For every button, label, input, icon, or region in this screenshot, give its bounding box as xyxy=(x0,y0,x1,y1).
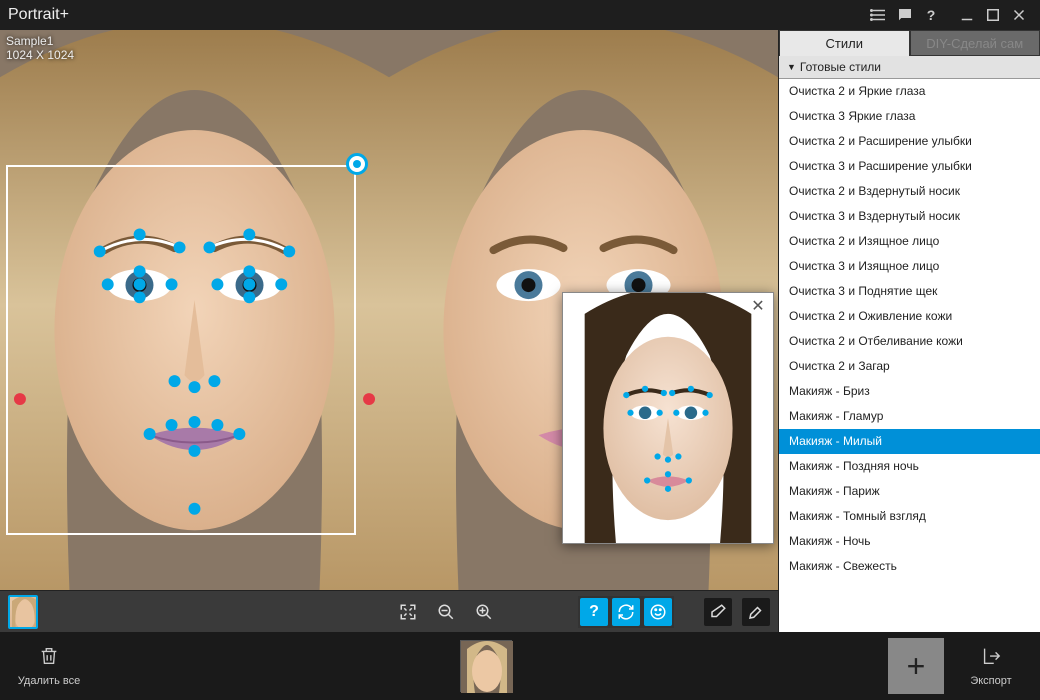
style-item[interactable]: Очистка 2 и Яркие глаза xyxy=(779,79,1040,104)
style-item[interactable]: Очистка 2 и Вздернутый носик xyxy=(779,179,1040,204)
export-icon xyxy=(980,645,1002,673)
maximize-icon[interactable] xyxy=(980,2,1006,28)
delete-all-label: Удалить все xyxy=(18,675,80,687)
main-row: Sample1 1024 X 1024 xyxy=(0,30,1040,632)
style-item[interactable]: Очистка 3 и Вздернутый носик xyxy=(779,204,1040,229)
before-pane[interactable] xyxy=(0,30,389,590)
titlebar: Portrait+ ? xyxy=(0,0,1040,30)
list-icon[interactable] xyxy=(866,2,892,28)
crop-handle[interactable] xyxy=(346,153,368,175)
filmstrip xyxy=(84,640,888,692)
brush-button[interactable] xyxy=(742,598,770,626)
fit-screen-button[interactable] xyxy=(394,598,422,626)
tab-diy[interactable]: DIY-Сделай сам xyxy=(910,30,1040,56)
delete-all-button[interactable]: Удалить все xyxy=(14,636,84,696)
tab-styles[interactable]: Стили xyxy=(779,30,910,56)
smile-button[interactable] xyxy=(644,598,672,626)
preview-face xyxy=(563,293,773,543)
style-item[interactable]: Макияж - Томный взгляд xyxy=(779,504,1040,529)
style-item[interactable]: Макияж - Свежесть xyxy=(779,554,1040,579)
footer: Удалить все + Экспорт xyxy=(0,632,1040,700)
style-item[interactable]: Очистка 2 и Оживление кожи xyxy=(779,304,1040,329)
canvas-area[interactable]: Sample1 1024 X 1024 xyxy=(0,30,778,590)
face-thumbnail[interactable] xyxy=(8,595,38,629)
face-tools-group: ? xyxy=(578,596,674,628)
eraser-button[interactable] xyxy=(704,598,732,626)
filmstrip-thumbnail[interactable] xyxy=(460,640,512,692)
style-item[interactable]: Очистка 2 и Расширение улыбки xyxy=(779,129,1040,154)
image-info: Sample1 1024 X 1024 xyxy=(6,34,74,62)
plus-icon: + xyxy=(907,648,926,685)
style-item[interactable]: Макияж - Гламур xyxy=(779,404,1040,429)
panel-header[interactable]: Готовые стили xyxy=(779,56,1040,79)
trash-icon xyxy=(38,645,60,673)
canvas-column: Sample1 1024 X 1024 xyxy=(0,30,778,632)
zoom-out-button[interactable] xyxy=(432,598,460,626)
add-button[interactable]: + xyxy=(888,638,944,694)
style-item[interactable]: Очистка 3 и Поднятие щек xyxy=(779,279,1040,304)
style-item[interactable]: Очистка 3 и Изящное лицо xyxy=(779,254,1040,279)
face-crop-rect[interactable] xyxy=(6,165,356,535)
style-item[interactable]: Очистка 2 и Загар xyxy=(779,354,1040,379)
style-item[interactable]: Макияж - Париж xyxy=(779,479,1040,504)
image-name: Sample1 xyxy=(6,34,74,48)
style-item[interactable]: Очистка 3 Яркие глаза xyxy=(779,104,1040,129)
help-icon[interactable]: ? xyxy=(918,2,944,28)
style-item[interactable]: Очистка 2 и Изящное лицо xyxy=(779,229,1040,254)
chat-icon[interactable] xyxy=(892,2,918,28)
canvas-toolbar: ? xyxy=(0,590,778,632)
style-item[interactable]: Макияж - Ночь xyxy=(779,529,1040,554)
style-list[interactable]: Очистка 2 и Яркие глазаОчистка 3 Яркие г… xyxy=(779,79,1040,632)
style-item[interactable]: Очистка 3 и Расширение улыбки xyxy=(779,154,1040,179)
export-label: Экспорт xyxy=(970,675,1011,687)
style-item[interactable]: Очистка 2 и Отбеливание кожи xyxy=(779,329,1040,354)
right-panel: Стили DIY-Сделай сам Готовые стили Очист… xyxy=(778,30,1040,632)
tabs: Стили DIY-Сделай сам xyxy=(779,30,1040,56)
style-preview-popup: ✕ xyxy=(562,292,774,544)
style-item[interactable]: Макияж - Бриз xyxy=(779,379,1040,404)
image-dimensions: 1024 X 1024 xyxy=(6,48,74,62)
close-icon[interactable] xyxy=(1006,2,1032,28)
refresh-button[interactable] xyxy=(612,598,640,626)
close-icon[interactable]: ✕ xyxy=(749,297,767,315)
style-item[interactable]: Макияж - Милый xyxy=(779,429,1040,454)
face-help-button[interactable]: ? xyxy=(580,598,608,626)
style-item[interactable]: Макияж - Поздняя ночь xyxy=(779,454,1040,479)
export-button[interactable]: Экспорт xyxy=(956,636,1026,696)
minimize-icon[interactable] xyxy=(954,2,980,28)
zoom-in-button[interactable] xyxy=(470,598,498,626)
app-title: Portrait+ xyxy=(8,6,69,24)
